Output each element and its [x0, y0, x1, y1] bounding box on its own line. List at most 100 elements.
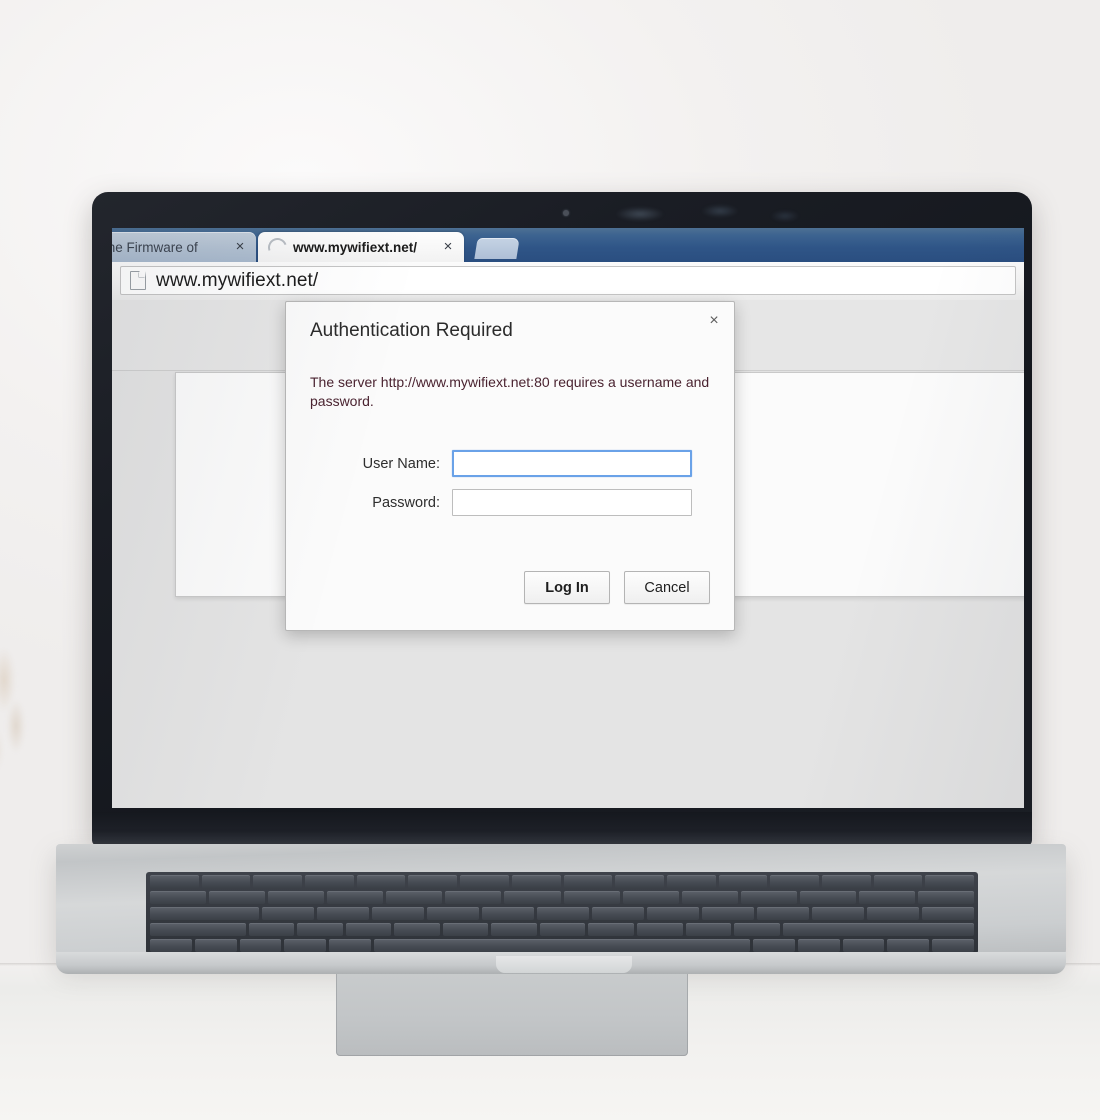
keyboard-key: [150, 875, 199, 888]
log-in-button[interactable]: Log In: [524, 571, 610, 604]
browser-tab-mywifiext[interactable]: www.mywifiext.net/ ×: [258, 232, 464, 262]
password-input[interactable]: [452, 489, 692, 516]
keyboard-row: [150, 875, 974, 888]
keyboard-key: [150, 939, 192, 952]
cancel-button[interactable]: Cancel: [624, 571, 710, 604]
keyboard-row: [150, 939, 975, 952]
keyboard-row: [150, 907, 974, 920]
keyboard-key: [253, 875, 303, 888]
keyboard-key: [491, 923, 537, 936]
keyboard-key: [592, 907, 645, 920]
keyboard-key: [305, 875, 354, 888]
keyboard-key: [239, 939, 282, 952]
keyboard-key: [637, 923, 683, 936]
close-icon[interactable]: ×: [440, 239, 456, 255]
keyboard-key: [445, 891, 502, 904]
keyboard-key: [812, 907, 864, 920]
keyboard-key: [782, 923, 974, 936]
keyboard-key: [647, 907, 700, 920]
address-bar-value: www.mywifiext.net/: [156, 269, 319, 291]
keyboard-row: [150, 923, 974, 936]
password-field-row: Password:: [310, 489, 712, 516]
keyboard-key: [622, 891, 679, 904]
keyboard-key: [427, 907, 480, 920]
keyboard-key: [209, 891, 266, 904]
keyboard-key: [615, 875, 664, 888]
laptop-front-notch: [496, 956, 632, 973]
keyboard-key: [201, 875, 251, 888]
keyboard-key: [740, 891, 797, 904]
keyboard-key: [685, 923, 732, 936]
keyboard-key: [537, 907, 590, 920]
keyboard-key: [297, 923, 343, 936]
username-field-row: User Name:: [310, 450, 712, 477]
keyboard-key: [718, 875, 768, 888]
keyboard-key: [317, 907, 370, 920]
keyboard-key: [797, 939, 840, 952]
keyboard-key: [345, 923, 392, 936]
keyboard-key: [248, 923, 295, 936]
close-icon[interactable]: ×: [703, 310, 725, 332]
keyboard-key: [842, 939, 885, 952]
keyboard-key: [329, 939, 371, 952]
keyboard-key: [867, 907, 919, 920]
keyboard-key: [150, 923, 246, 936]
keyboard-key: [821, 875, 871, 888]
keyboard-key: [511, 875, 561, 888]
photo-scene: the Firmware of × www.mywifiext.net/ × w…: [0, 0, 1100, 1120]
keyboard-row: [150, 891, 975, 904]
keyboard-key: [799, 891, 856, 904]
keyboard-key: [460, 875, 509, 888]
new-tab-button[interactable]: [474, 238, 520, 259]
username-label: User Name:: [362, 455, 440, 472]
laptop-keyboard: [146, 872, 978, 954]
keyboard-key: [770, 875, 819, 888]
keyboard-key: [753, 939, 795, 952]
authentication-dialog: × Authentication Required The server htt…: [285, 301, 735, 631]
keyboard-key: [194, 939, 237, 952]
keyboard-key: [262, 907, 315, 920]
keyboard-key: [887, 939, 930, 952]
keyboard-key: [563, 891, 620, 904]
close-icon[interactable]: ×: [232, 239, 248, 255]
keyboard-key: [757, 907, 810, 920]
laptop-trackpad: [336, 966, 688, 1056]
keyboard-key: [442, 923, 489, 936]
keyboard-key: [284, 939, 327, 952]
keyboard-key: [925, 875, 974, 888]
keyboard-key: [918, 891, 975, 904]
keyboard-key: [372, 907, 425, 920]
keyboard-key: [539, 923, 586, 936]
keyboard-key: [327, 891, 384, 904]
tab-title: the Firmware of: [112, 239, 198, 255]
keyboard-key: [702, 907, 755, 920]
keyboard-key: [150, 907, 260, 920]
browser-tab-strip: the Firmware of × www.mywifiext.net/ ×: [112, 228, 1024, 262]
username-input[interactable]: [452, 450, 692, 477]
keyboard-key: [386, 891, 443, 904]
keyboard-key: [563, 875, 613, 888]
keyboard-key: [504, 891, 561, 904]
address-bar[interactable]: www.mywifiext.net/: [120, 266, 1016, 295]
keyboard-key: [150, 891, 207, 904]
keyboard-key: [734, 923, 780, 936]
keyboard-key: [394, 923, 440, 936]
keyboard-key: [921, 907, 974, 920]
tab-title: www.mywifiext.net/: [293, 239, 418, 255]
keyboard-key: [588, 923, 635, 936]
password-label: Password:: [372, 494, 440, 511]
keyboard-key: [408, 875, 458, 888]
keyboard-key: [373, 939, 751, 952]
keyboard-key: [268, 891, 325, 904]
browser-tab-firmware[interactable]: the Firmware of ×: [112, 232, 256, 262]
keyboard-key: [666, 875, 716, 888]
loading-spinner-icon: [264, 234, 291, 260]
keyboard-key: [932, 939, 975, 952]
keyboard-key: [356, 875, 406, 888]
page-viewport: × Authentication Required The server htt…: [112, 300, 1024, 808]
page-icon: [130, 271, 146, 290]
browser-toolbar: www.mywifiext.net/: [112, 262, 1024, 301]
keyboard-key: [873, 875, 923, 888]
dialog-actions: Log In Cancel: [524, 571, 710, 604]
keyboard-key: [482, 907, 535, 920]
